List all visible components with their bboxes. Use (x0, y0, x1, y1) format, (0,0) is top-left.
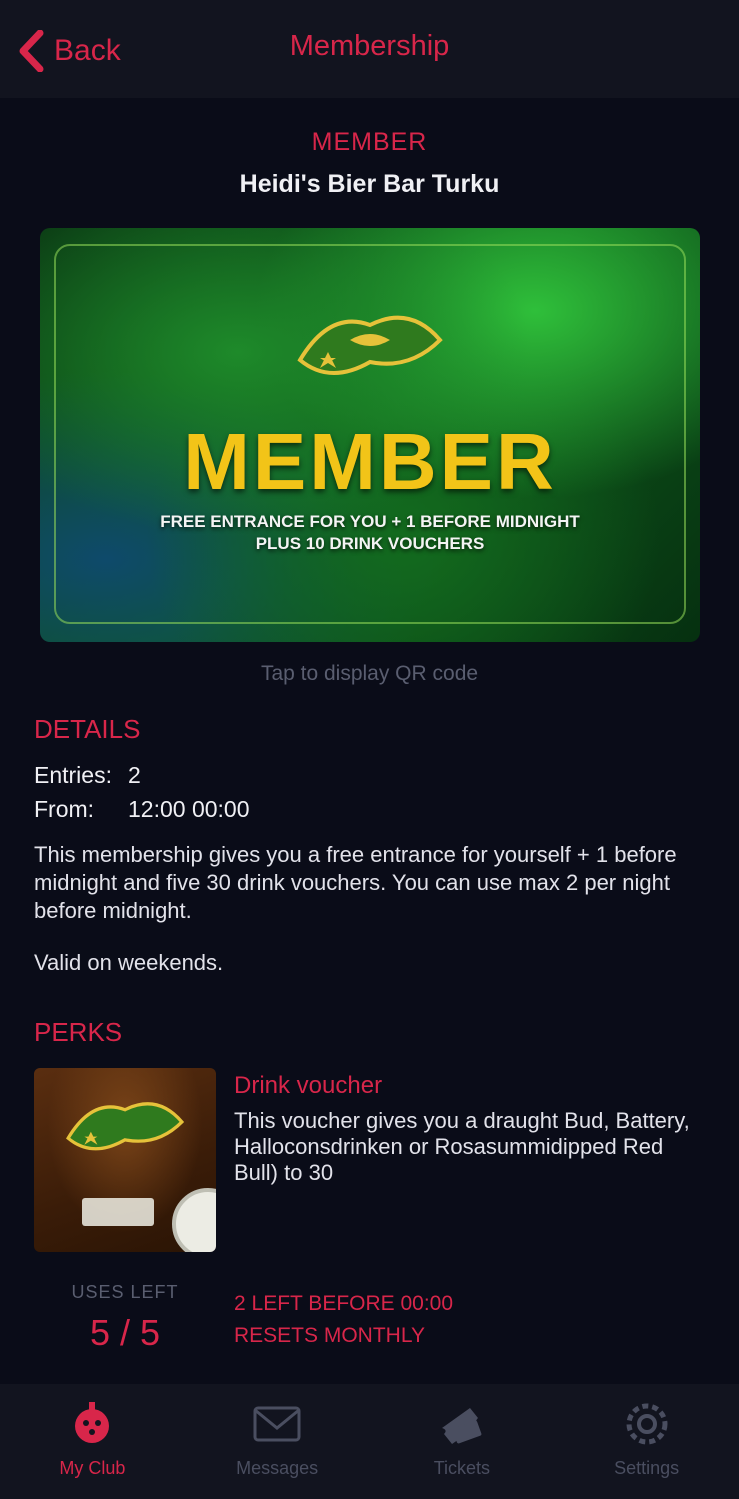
card-headline: MEMBER (183, 417, 557, 506)
details-section-title: DETAILS (34, 714, 141, 744)
tab-label: Settings (614, 1458, 680, 1478)
from-value: 12:00 00:00 (128, 796, 250, 822)
bottom-tab-bar: My Club Messages Tickets Settings (0, 1384, 739, 1499)
tab-tickets[interactable]: Tickets (370, 1384, 555, 1499)
membership-badge: MEMBER (311, 128, 428, 156)
tab-label: My Club (59, 1458, 126, 1478)
perk-image (34, 1068, 216, 1252)
tab-my-club[interactable]: My Club (0, 1384, 185, 1499)
club-name: Heidi's Bier Bar Turku (239, 170, 500, 198)
tab-label: Tickets (433, 1458, 491, 1478)
from-label: From: (34, 796, 95, 822)
uses-left-label: USES LEFT (71, 1282, 179, 1302)
perk-note-limit: 2 LEFT BEFORE 00:00 (234, 1292, 454, 1315)
tap-hint: Tap to display QR code (260, 662, 479, 685)
club-icon (75, 1402, 110, 1443)
app-root: Back Membership MEMBER Heidi's Bier Bar … (0, 0, 739, 1499)
club-logo-icon (66, 1102, 185, 1151)
details-note: Valid on weekends. (34, 950, 224, 975)
page-title: Membership (289, 30, 450, 62)
uses-left-value: 5 / 5 (89, 1312, 161, 1353)
tab-settings[interactable]: Settings (554, 1384, 739, 1499)
top-nav-bar: Back Membership (0, 0, 739, 98)
perk-title: Drink voucher (234, 1072, 383, 1099)
tab-messages[interactable]: Messages (185, 1384, 370, 1499)
from-row: From: 12:00 00:00 (34, 796, 250, 823)
settings-icon (626, 1403, 668, 1445)
perk-note-reset: RESETS MONTHLY (234, 1324, 425, 1347)
tab-label: Messages (236, 1458, 319, 1478)
entries-label: Entries: (34, 762, 112, 788)
perk-description: This voucher gives you a draught Bud, Ba… (234, 1108, 690, 1185)
entries-value: 2 (128, 762, 141, 788)
entries-row: Entries: 2 (34, 762, 141, 789)
membership-card[interactable]: MEMBER FREE ENTRANCE FOR YOU + 1 BEFORE … (40, 228, 700, 642)
perks-section-title: PERKS (34, 1017, 123, 1047)
card-subtext: FREE ENTRANCE FOR YOU + 1 BEFORE MIDNIGH… (160, 512, 580, 553)
voucher-tag (82, 1198, 154, 1226)
details-description: This membership gives you a free entranc… (34, 842, 677, 923)
club-logo-icon (297, 315, 443, 375)
voucher-coin-icon (172, 1188, 216, 1252)
messages-icon (253, 1406, 301, 1442)
tickets-icon (441, 1408, 482, 1444)
